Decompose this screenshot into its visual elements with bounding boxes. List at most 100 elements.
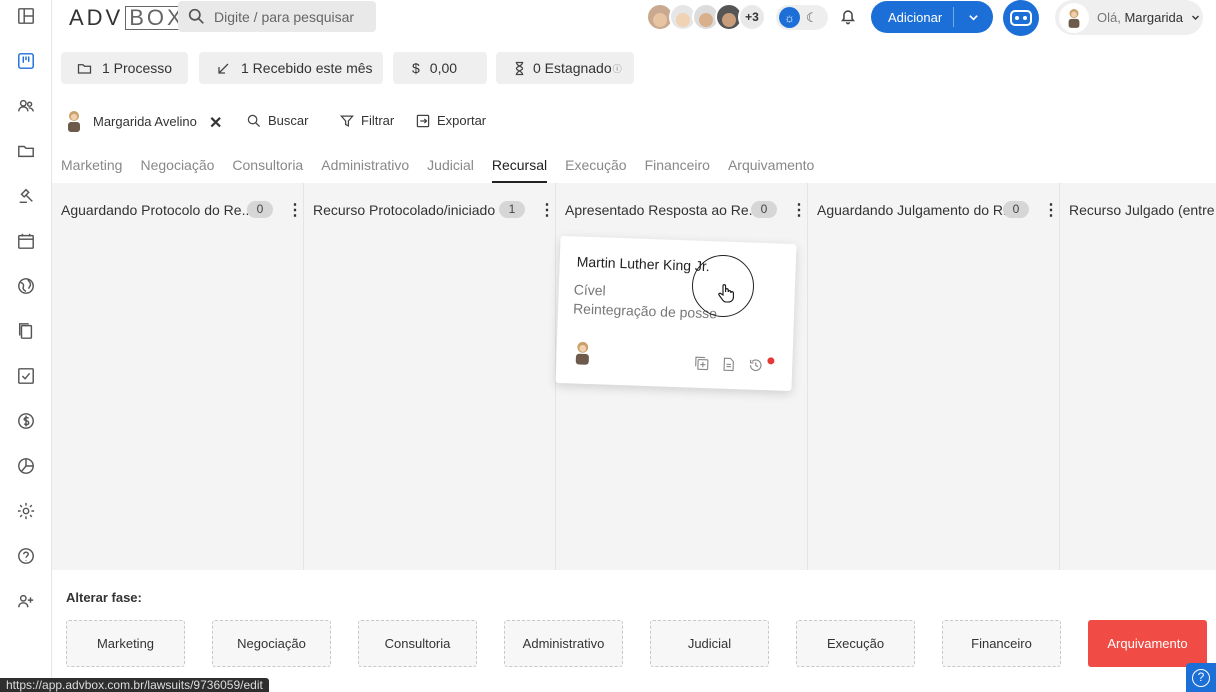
phase-button-administrativo[interactable]: Administrativo <box>504 620 623 667</box>
document-icon[interactable] <box>721 357 737 373</box>
folder-icon <box>77 63 92 74</box>
chevron-down-icon <box>969 14 978 21</box>
tab-administrativo[interactable]: Administrativo <box>321 157 409 183</box>
assistant-bot-icon[interactable] <box>1003 0 1039 36</box>
gear-icon[interactable] <box>14 499 38 523</box>
kanban-column: Aguardando Julgamento do R... 0 ⋮ <box>808 183 1060 570</box>
tab-consultoria[interactable]: Consultoria <box>232 157 303 183</box>
phase-button-consultoria[interactable]: Consultoria <box>358 620 477 667</box>
received-stat-label: 1 Recebido este mês <box>241 60 373 76</box>
phase-button-judicial[interactable]: Judicial <box>650 620 769 667</box>
help-icon[interactable] <box>14 544 38 568</box>
more-options-icon[interactable]: ⋮ <box>1043 200 1059 220</box>
more-options-icon[interactable]: ⋮ <box>287 200 303 220</box>
export-icon <box>416 114 430 127</box>
documents-icon[interactable] <box>14 319 38 343</box>
tab-marketing[interactable]: Marketing <box>61 157 122 183</box>
search-icon <box>247 114 261 127</box>
tab-arquivamento[interactable]: Arquivamento <box>728 157 814 183</box>
avatar <box>63 108 85 134</box>
filter-icon <box>340 114 354 127</box>
user-name: Margarida <box>1124 10 1183 25</box>
received-stat[interactable]: 1 Recebido este mês <box>199 52 383 84</box>
column-count: 0 <box>751 201 777 218</box>
theme-toggle[interactable]: ☼ ☾ <box>776 5 828 30</box>
chevron-down-icon <box>1192 15 1199 20</box>
change-phase-label: Alterar fase: <box>66 590 142 605</box>
column-count: 0 <box>247 201 273 218</box>
tab-negociacao[interactable]: Negociação <box>140 157 214 183</box>
globe-icon[interactable] <box>14 274 38 298</box>
amount-stat-label: 0,00 <box>429 60 458 76</box>
moon-icon: ☾ <box>806 9 818 25</box>
logo[interactable]: ADV BOX <box>69 5 189 31</box>
phase-button-execucao[interactable]: Execução <box>796 620 915 667</box>
dollar-icon: $ <box>412 60 420 76</box>
phase-button-negociacao[interactable]: Negociação <box>212 620 331 667</box>
greeting: Olá, <box>1097 10 1121 25</box>
card-action-type: Reintegração de posse <box>572 300 718 322</box>
kanban-column: Aguardando Protocolo do Re... 0 ⋮ <box>52 183 304 570</box>
tab-recursal[interactable]: Recursal <box>491 157 548 183</box>
people-icon[interactable] <box>14 94 38 118</box>
lawsuit-card[interactable]: Martin Luther King Jr. Cível Reintegraçã… <box>555 235 797 392</box>
filter-button[interactable]: Filtrar <box>340 113 394 128</box>
phase-button-financeiro[interactable]: Financeiro <box>942 620 1061 667</box>
amount-stat[interactable]: $ 0,00 <box>393 52 487 84</box>
column-title: Aguardando Protocolo do Re... <box>61 202 254 218</box>
logo-text-left: ADV <box>69 5 124 30</box>
processes-stat-label: 1 Processo <box>102 60 173 76</box>
stagnant-stat[interactable]: 0 Estagnado ⓘ <box>496 52 634 84</box>
status-bar-url: https://app.advbox.com.br/lawsuits/97360… <box>0 678 269 692</box>
checkbox-icon[interactable] <box>14 364 38 388</box>
calendar-icon[interactable] <box>14 229 38 253</box>
question-icon: ? <box>1192 668 1210 687</box>
info-icon[interactable]: ⓘ <box>613 62 622 75</box>
search-button[interactable]: Buscar <box>247 113 308 128</box>
arrow-down-left-icon <box>218 63 229 74</box>
tab-execucao[interactable]: Execução <box>565 157 626 183</box>
bell-icon[interactable] <box>839 7 859 27</box>
hand-cursor-icon <box>718 284 734 303</box>
search-input[interactable]: Digite / para pesquisar <box>178 1 376 32</box>
close-icon[interactable]: ✕ <box>209 113 222 133</box>
search-icon <box>188 8 204 24</box>
search-placeholder: Digite / para pesquisar <box>214 8 355 25</box>
user-filter-name: Margarida Avelino <box>93 113 197 129</box>
tab-financeiro[interactable]: Financeiro <box>645 157 710 183</box>
column-title: Aguardando Julgamento do R... <box>817 202 1015 218</box>
user-filter-chip[interactable]: Margarida Avelino <box>63 108 197 134</box>
team-avatars[interactable]: +3 <box>646 3 766 31</box>
add-button[interactable]: Adicionar <box>871 1 993 33</box>
processes-stat[interactable]: 1 Processo <box>61 52 188 84</box>
help-button[interactable]: ? <box>1186 663 1216 692</box>
chart-icon[interactable] <box>14 454 38 478</box>
sidebar <box>0 0 52 692</box>
kanban-icon[interactable] <box>14 49 38 73</box>
export-button[interactable]: Exportar <box>416 113 486 128</box>
column-title: Apresentado Resposta ao Re... <box>565 202 761 218</box>
more-options-icon[interactable]: ⋮ <box>791 200 807 220</box>
add-task-icon[interactable] <box>694 356 710 372</box>
user-menu[interactable]: Olá, Margarida <box>1055 0 1203 35</box>
more-users-badge[interactable]: +3 <box>738 3 766 31</box>
search-button-label: Buscar <box>268 113 309 128</box>
gavel-icon[interactable] <box>14 184 38 208</box>
layout-icon[interactable] <box>14 4 38 28</box>
add-user-icon[interactable] <box>14 589 38 613</box>
tab-judicial[interactable]: Judicial <box>427 157 474 183</box>
dollar-icon[interactable] <box>14 409 38 433</box>
column-title: Recurso Julgado (entre e <box>1069 202 1216 218</box>
history-icon[interactable] <box>748 358 764 374</box>
column-title: Recurso Protocolado/iniciado <box>313 202 496 218</box>
phase-button-arquivamento[interactable]: Arquivamento <box>1088 620 1207 667</box>
add-button-label: Adicionar <box>888 9 943 25</box>
phase-button-marketing[interactable]: Marketing <box>66 620 185 667</box>
notification-dot <box>767 357 775 365</box>
more-options-icon[interactable]: ⋮ <box>539 200 555 220</box>
card-area: Cível <box>573 281 606 299</box>
phase-tabs: Marketing Negociação Consultoria Adminis… <box>61 157 814 183</box>
folder-icon[interactable] <box>14 139 38 163</box>
kanban-column: Recurso Protocolado/iniciado 1 ⋮ <box>304 183 556 570</box>
kanban-column: Recurso Julgado (entre e <box>1060 183 1216 570</box>
